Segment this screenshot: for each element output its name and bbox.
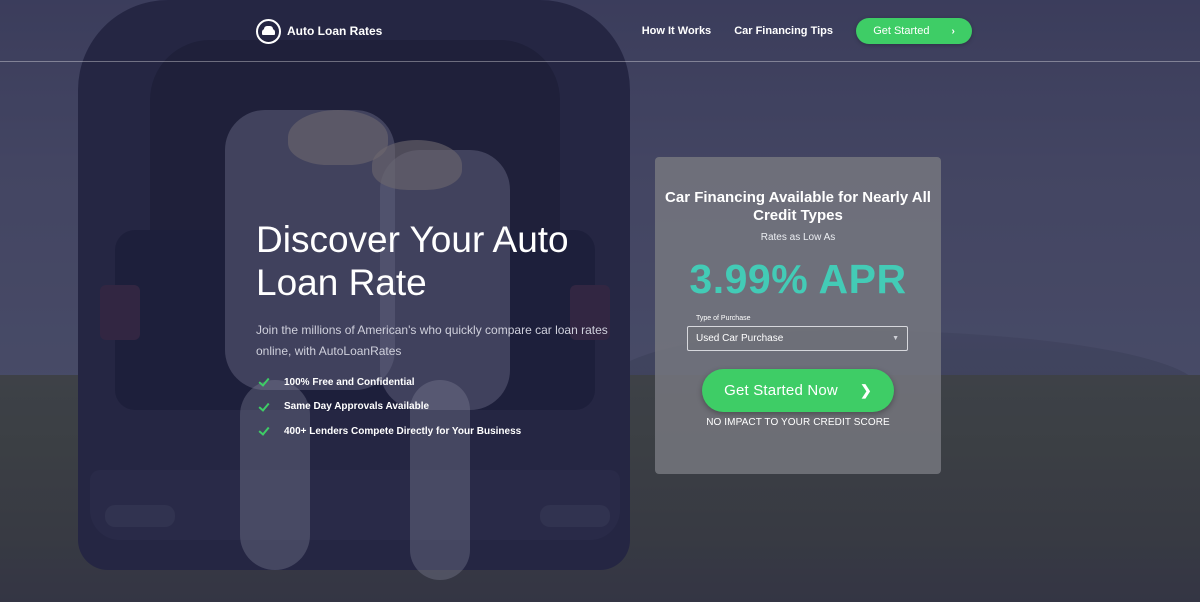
hero-subtitle: Join the millions of American's who quic… <box>256 323 608 358</box>
card-subtitle: Rates as Low As <box>760 232 836 243</box>
feature-label: 400+ Lenders Compete Directly for Your B… <box>284 425 522 437</box>
check-icon <box>258 425 270 437</box>
purchase-type-label: Type of Purchase <box>696 315 751 322</box>
apr-rate: 3.99% APR <box>689 256 907 302</box>
get-started-now-button[interactable]: Get Started Now ❯ <box>702 369 894 412</box>
chevron-right-icon: › <box>951 25 955 37</box>
feature-label: 100% Free and Confidential <box>284 376 415 388</box>
feature-label: Same Day Approvals Available <box>284 401 430 413</box>
list-item: Same Day Approvals Available <box>258 395 521 420</box>
rate-card: Car Financing Available for Nearly All C… <box>655 157 941 474</box>
site-header: Auto Loan Rates How It Works Car Financi… <box>0 0 1200 62</box>
get-started-now-label: Get Started Now <box>724 382 838 399</box>
main-nav: How It Works Car Financing Tips Get Star… <box>642 18 972 44</box>
header-get-started-label: Get Started <box>873 25 930 37</box>
purchase-type-select[interactable]: Used Car Purchase ▼ <box>687 326 908 351</box>
logo[interactable]: Auto Loan Rates <box>256 18 382 44</box>
list-item: 100% Free and Confidential <box>258 370 521 395</box>
card-title: Car Financing Available for Nearly All C… <box>665 189 931 224</box>
list-item: 400+ Lenders Compete Directly for Your B… <box>258 419 521 444</box>
logo-text: Auto Loan Rates <box>287 24 383 38</box>
car-circle-icon <box>256 18 281 44</box>
feature-list: 100% Free and Confidential Same Day Appr… <box>258 370 521 444</box>
chevron-right-icon: ❯ <box>859 382 872 398</box>
caret-down-icon: ▼ <box>892 335 899 342</box>
check-icon <box>258 401 270 413</box>
header-get-started-button[interactable]: Get Started › <box>856 18 972 44</box>
check-icon <box>258 376 270 388</box>
purchase-type-value: Used Car Purchase <box>696 333 784 344</box>
nav-link-car-financing-tips[interactable]: Car Financing Tips <box>734 25 833 37</box>
nav-link-how-it-works[interactable]: How It Works <box>642 25 711 37</box>
hero-title: Discover Your Auto Loan Rate <box>256 219 569 303</box>
credit-score-note: NO IMPACT TO YOUR CREDIT SCORE <box>706 417 890 428</box>
